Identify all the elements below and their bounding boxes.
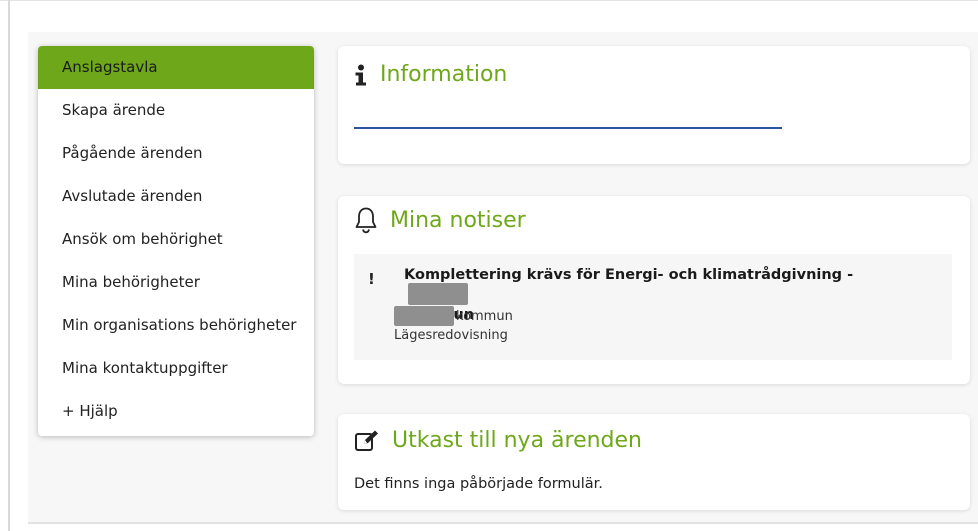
notifications-card: Mina notiser ! Komplettering krävs för E… [338,196,970,384]
drafts-empty-text: Det finns inga påbörjade formulär. [354,476,603,492]
information-card: Information [338,46,970,164]
left-divider [8,0,10,531]
information-underline [354,127,782,129]
bottom-divider [28,522,978,524]
sidebar-item-hjalp[interactable]: + Hjälp [38,390,314,433]
notifications-heading: Mina notiser [354,206,526,234]
information-title: Information [380,62,508,87]
sidebar-item-pagaende-arenden[interactable]: Pågående ärenden [38,132,314,175]
notification-title-prefix: Komplettering krävs för Energi- och klim… [404,267,854,283]
sidebar-item-avslutade-arenden[interactable]: Avslutade ärenden [38,175,314,218]
drafts-card: Utkast till nya ärenden Det finns inga p… [338,414,970,510]
notification-type: Lägesredovisning [394,328,508,343]
bell-icon [354,206,378,234]
sidebar-item-mina-behorigheter[interactable]: Mina behörigheter [38,261,314,304]
info-icon [354,64,368,86]
information-heading: Information [354,62,507,87]
notification-organisation: kommun [394,306,513,326]
sidebar-item-mina-kontaktuppgifter[interactable]: Mina kontaktuppgifter [38,347,314,390]
sidebar-item-min-organisations-behorigheter[interactable]: Min organisations behörigheter [38,304,314,347]
notification-item[interactable]: ! Komplettering krävs för Energi- och kl… [354,254,952,360]
notifications-title: Mina notiser [390,207,526,233]
sidebar-item-ansok-om-behorighet[interactable]: Ansök om behörighet [38,218,314,261]
sidebar-item-anslagstavla[interactable]: Anslagstavla [38,46,314,89]
alert-marker: ! [368,270,375,288]
sidebar-item-skapa-arende[interactable]: Skapa ärende [38,89,314,132]
redacted-block [394,306,454,326]
notification-org-suffix: kommun [456,308,513,324]
drafts-heading: Utkast till nya ärenden [354,428,642,453]
redacted-block [408,283,468,305]
edit-icon [354,429,380,453]
sidebar-nav: Anslagstavla Skapa ärende Pågående ärend… [38,46,314,436]
drafts-title: Utkast till nya ärenden [392,428,643,453]
